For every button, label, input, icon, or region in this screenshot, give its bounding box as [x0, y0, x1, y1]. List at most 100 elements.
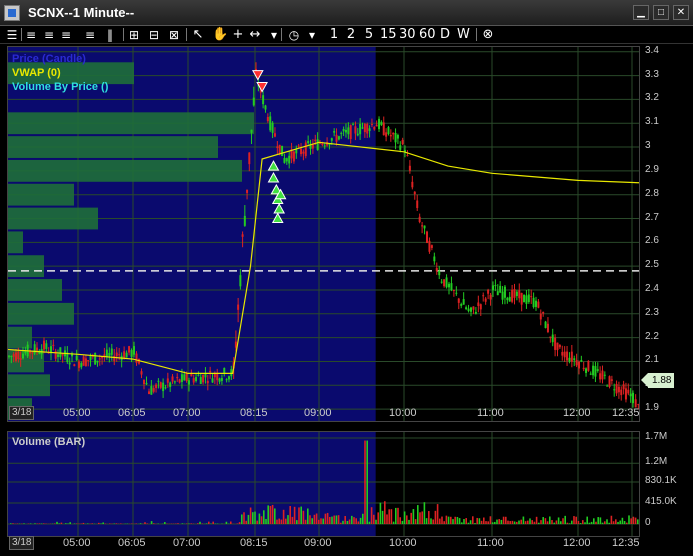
candle — [94, 352, 97, 365]
volume-bar — [513, 521, 516, 524]
expand-icon[interactable]: ⊟ — [148, 27, 160, 43]
interval-1-button[interactable]: 1 — [328, 27, 340, 43]
list-icon[interactable]: ≡ — [84, 27, 96, 43]
candle — [304, 142, 307, 157]
candle — [82, 356, 85, 366]
chart-layout-icon[interactable]: ☰ — [6, 27, 18, 43]
volume-bar — [146, 523, 148, 524]
interval-week-button[interactable]: W — [457, 27, 470, 43]
candle — [143, 379, 145, 385]
candle — [340, 132, 343, 134]
range-icon[interactable]: ↔ — [249, 27, 261, 43]
volume-bar — [524, 521, 527, 524]
list-icon[interactable]: ≡ — [60, 27, 72, 43]
candle — [84, 358, 87, 367]
candle — [22, 353, 24, 359]
volume-bar — [597, 517, 599, 524]
grid-icon[interactable]: ⊞ — [128, 27, 140, 43]
volume-bar — [630, 518, 632, 524]
interval-day-button[interactable]: D — [439, 27, 451, 43]
volume-bar — [408, 519, 410, 524]
candle — [157, 380, 160, 382]
volume-bar — [535, 516, 538, 524]
volume-tick-label: 0 — [645, 517, 651, 528]
candle — [164, 387, 167, 389]
interval-2-button[interactable]: 2 — [345, 27, 357, 43]
candle — [15, 352, 17, 361]
candle — [487, 289, 490, 294]
price-axis[interactable]: 3.4 3.3 3.2 3.1 3 2.9 2.8 2.7 2.6 2.5 2.4 2.3 2.2 2.1… — [641, 45, 693, 422]
volume-bar — [540, 520, 542, 524]
volume-bar — [289, 506, 291, 524]
volume-bar — [23, 523, 25, 524]
volume-bar — [489, 516, 492, 524]
interval-30-button[interactable]: 30 — [399, 27, 416, 43]
volume-bar — [135, 523, 137, 524]
interval-5-button[interactable]: 5 — [363, 27, 375, 43]
candle — [36, 347, 38, 351]
candle — [570, 351, 573, 362]
candle — [389, 134, 392, 137]
price-chart-pane[interactable]: Price (Candle) VWAP (0) Volume By Price … — [7, 46, 640, 422]
price-tick-label: 2.4 — [645, 282, 659, 294]
volume-chart-pane[interactable]: Volume (BAR) — [7, 431, 640, 537]
price-tick-label: 3 — [645, 140, 651, 152]
price-chart-canvas[interactable] — [8, 47, 639, 421]
volume-bar — [577, 520, 580, 524]
candle — [465, 307, 468, 310]
dropdown-icon[interactable]: ▾ — [268, 27, 280, 43]
candle — [544, 321, 547, 328]
volume-bar — [285, 518, 287, 524]
interval-15-button[interactable]: 15 — [380, 27, 397, 43]
time-tick-label: 06:05 — [118, 537, 146, 549]
candle — [105, 349, 108, 357]
time-tick-label: 05:00 — [63, 537, 91, 549]
volume-bar — [309, 515, 311, 524]
volume-bar — [555, 520, 558, 524]
pointer-icon[interactable]: ↖ — [192, 27, 204, 43]
volume-bar — [434, 510, 437, 524]
candle — [344, 129, 347, 133]
candle — [460, 304, 463, 306]
candle — [506, 297, 509, 301]
close-icon[interactable]: ⊗ — [482, 27, 494, 43]
time-tick-label: 10:00 — [389, 537, 417, 549]
crosshair-icon[interactable]: + — [232, 27, 244, 43]
volume-bar — [82, 522, 85, 524]
candle — [375, 124, 378, 127]
candle — [278, 144, 281, 155]
list-icon[interactable]: ≡ — [25, 27, 37, 43]
volume-bar — [505, 516, 507, 524]
zoom-icon[interactable]: ⊠ — [168, 27, 180, 43]
close-window-button[interactable]: ✕ — [673, 5, 689, 20]
maximize-button[interactable]: □ — [653, 5, 669, 20]
volume-bar — [280, 519, 283, 524]
candle — [269, 116, 272, 131]
clock-icon[interactable]: ◷ — [288, 27, 300, 43]
minimize-button[interactable]: ▁ — [633, 5, 649, 20]
candle — [399, 145, 402, 150]
pause-icon[interactable]: ‖ — [104, 27, 116, 43]
volume-bar — [401, 520, 404, 524]
volume-bar — [322, 518, 324, 524]
volume-bar — [579, 523, 582, 524]
volume-axis[interactable]: 1.7M 1.2M 830.1K 415.0K 0 — [641, 431, 693, 537]
volume-bar — [65, 523, 67, 524]
candle — [484, 298, 487, 302]
interval-60-button[interactable]: 60 — [419, 27, 436, 43]
candle — [608, 376, 611, 387]
candle — [213, 373, 216, 378]
candle — [246, 189, 249, 193]
dropdown-icon[interactable]: ▾ — [306, 27, 318, 43]
volume-bar — [69, 522, 71, 524]
volume-chart-canvas[interactable] — [8, 432, 639, 536]
candle — [624, 388, 627, 400]
volume-by-price-bar — [8, 231, 23, 254]
volume-bar — [502, 516, 505, 524]
price-date-label: 3/18 — [9, 406, 35, 420]
candle — [615, 383, 618, 394]
candle — [166, 378, 169, 383]
candle — [423, 225, 426, 229]
list-icon[interactable]: ≡ — [43, 27, 55, 43]
hand-icon[interactable]: ✋ — [212, 27, 228, 43]
